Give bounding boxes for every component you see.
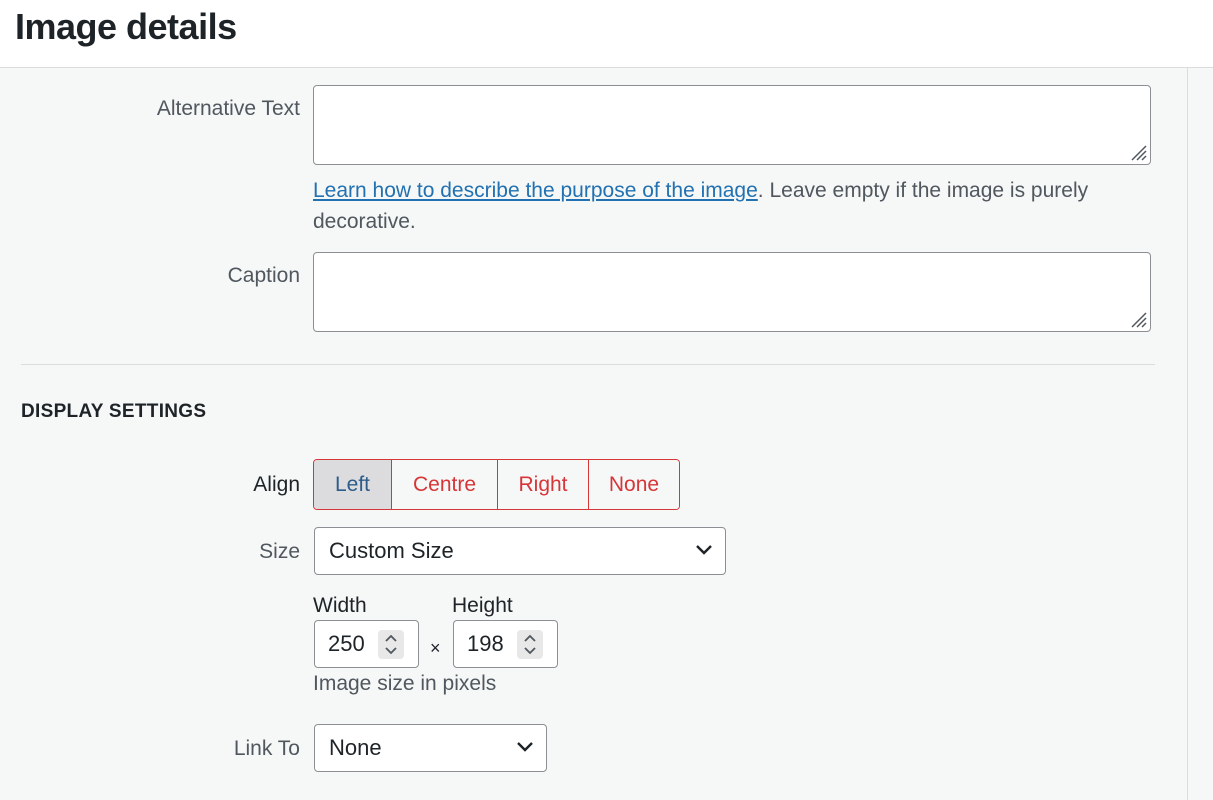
link-to-select-value: None: [329, 735, 382, 760]
image-size-hint: Image size in pixels: [313, 672, 497, 695]
section-divider: [21, 364, 1155, 365]
chevron-down-icon: [517, 742, 533, 752]
link-to-select[interactable]: None: [314, 724, 547, 772]
vertical-scrollbar[interactable]: [1187, 68, 1213, 800]
width-value: 250: [328, 631, 365, 656]
alt-text-help: Learn how to describe the purpose of the…: [313, 175, 1173, 237]
align-left-button[interactable]: Left: [314, 460, 391, 509]
size-select-value: Custom Size: [329, 538, 454, 563]
width-label: Width: [313, 594, 367, 617]
alt-text-help-link[interactable]: Learn how to describe the purpose of the…: [313, 179, 758, 202]
chevron-down-icon: [696, 545, 712, 555]
display-settings-title: DISPLAY SETTINGS: [21, 401, 207, 422]
resize-grip-icon[interactable]: [1128, 142, 1148, 162]
times-symbol: ×: [430, 638, 441, 658]
width-stepper[interactable]: [378, 630, 404, 659]
spinner-arrows-icon: [524, 634, 536, 655]
height-label: Height: [452, 594, 513, 617]
height-input[interactable]: 198: [453, 620, 558, 668]
height-value: 198: [467, 631, 504, 656]
link-to-label: Link To: [233, 737, 300, 760]
height-stepper[interactable]: [517, 630, 543, 659]
size-label: Size: [259, 540, 300, 563]
align-label: Align: [253, 473, 300, 496]
spinner-arrows-icon: [385, 634, 397, 655]
caption-textarea[interactable]: [313, 252, 1151, 332]
caption-label: Caption: [227, 264, 300, 287]
alt-text-label: Alternative Text: [156, 97, 300, 120]
resize-grip-icon[interactable]: [1128, 309, 1148, 329]
align-right-button[interactable]: Right: [497, 460, 588, 509]
width-input[interactable]: 250: [314, 620, 419, 668]
size-select[interactable]: Custom Size: [314, 527, 726, 575]
alt-text-textarea[interactable]: [313, 85, 1151, 165]
align-centre-button[interactable]: Centre: [391, 460, 497, 509]
modal-header: Image details: [0, 0, 1213, 68]
align-button-group: Left Centre Right None: [313, 459, 680, 510]
page-title: Image details: [15, 6, 237, 47]
align-none-button[interactable]: None: [588, 460, 679, 509]
